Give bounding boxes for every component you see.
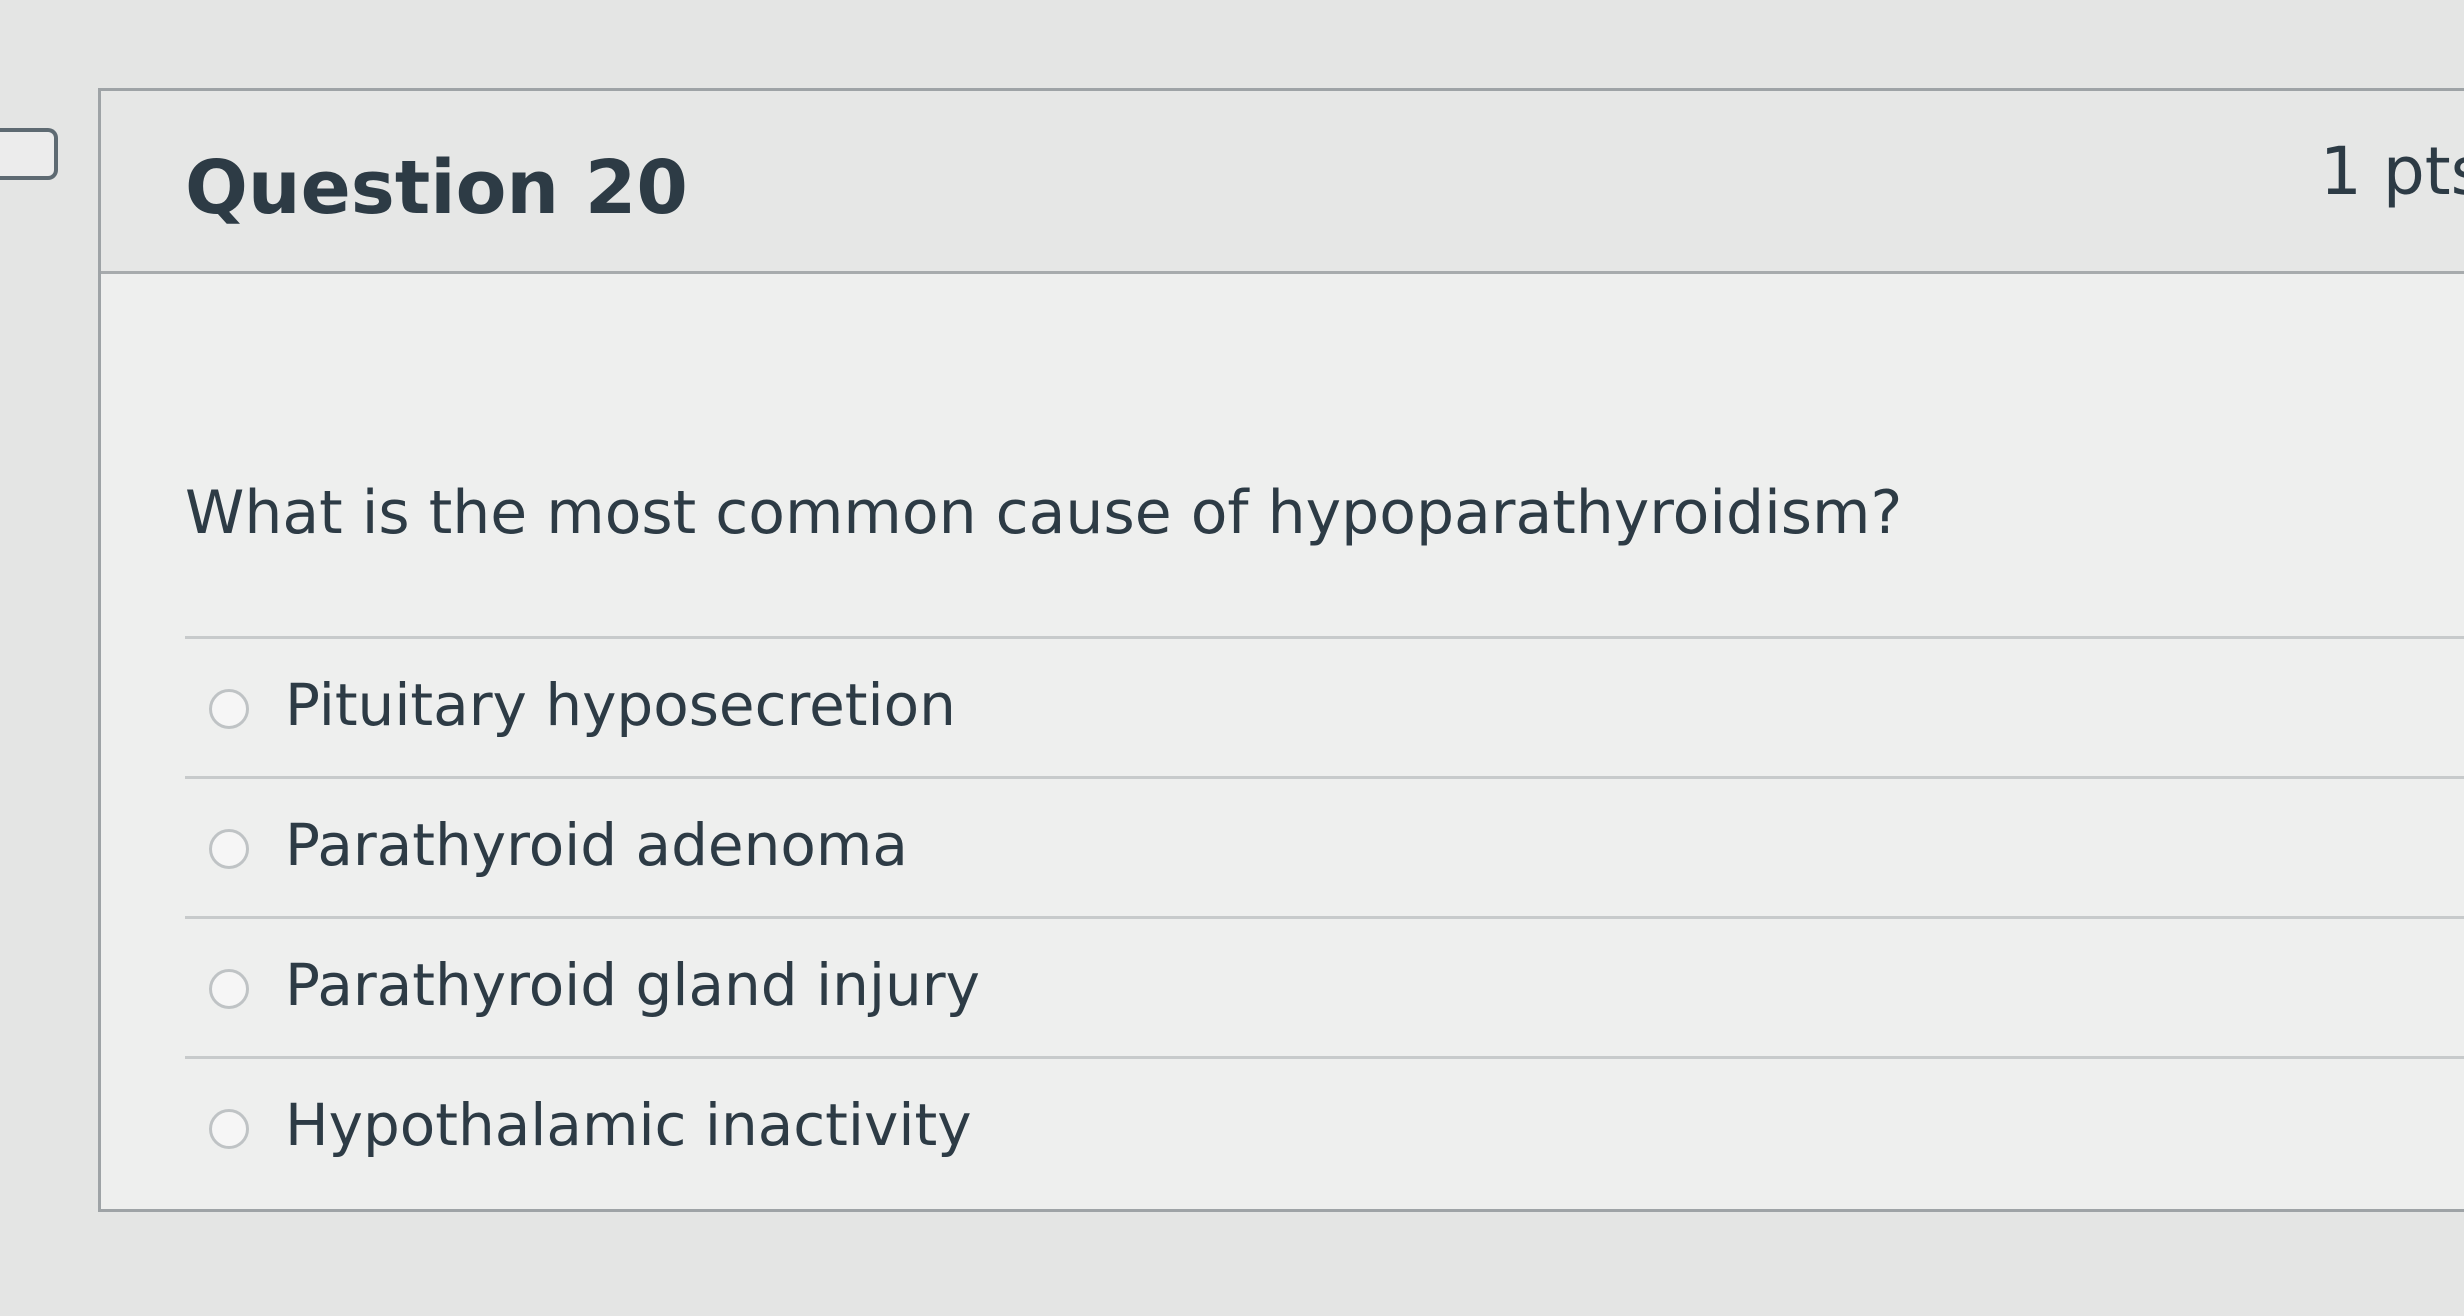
- answer-list: Pituitary hyposecretion Parathyroid aden…: [185, 636, 2464, 1196]
- question-title: Question 20: [185, 145, 688, 231]
- radio-button[interactable]: [209, 829, 249, 869]
- answer-label[interactable]: Parathyroid adenoma: [285, 811, 908, 879]
- flag-question-icon[interactable]: [0, 128, 58, 180]
- question-body: What is the most common cause of hypopar…: [101, 274, 2464, 1209]
- answer-label[interactable]: Hypothalamic inactivity: [285, 1091, 972, 1159]
- answer-option[interactable]: Hypothalamic inactivity: [185, 1056, 2464, 1196]
- answer-option[interactable]: Parathyroid gland injury: [185, 916, 2464, 1056]
- question-points: 1 pts: [2319, 133, 2464, 210]
- answer-option[interactable]: Pituitary hyposecretion: [185, 636, 2464, 776]
- answer-label[interactable]: Parathyroid gland injury: [285, 951, 980, 1019]
- radio-button[interactable]: [209, 1109, 249, 1149]
- question-header: Question 20 1 pts: [101, 91, 2464, 274]
- question-text: What is the most common cause of hypopar…: [185, 478, 1903, 548]
- answer-option[interactable]: Parathyroid adenoma: [185, 776, 2464, 916]
- answer-label[interactable]: Pituitary hyposecretion: [285, 671, 956, 739]
- radio-button[interactable]: [209, 969, 249, 1009]
- radio-button[interactable]: [209, 689, 249, 729]
- question-card: Question 20 1 pts What is the most commo…: [98, 88, 2464, 1212]
